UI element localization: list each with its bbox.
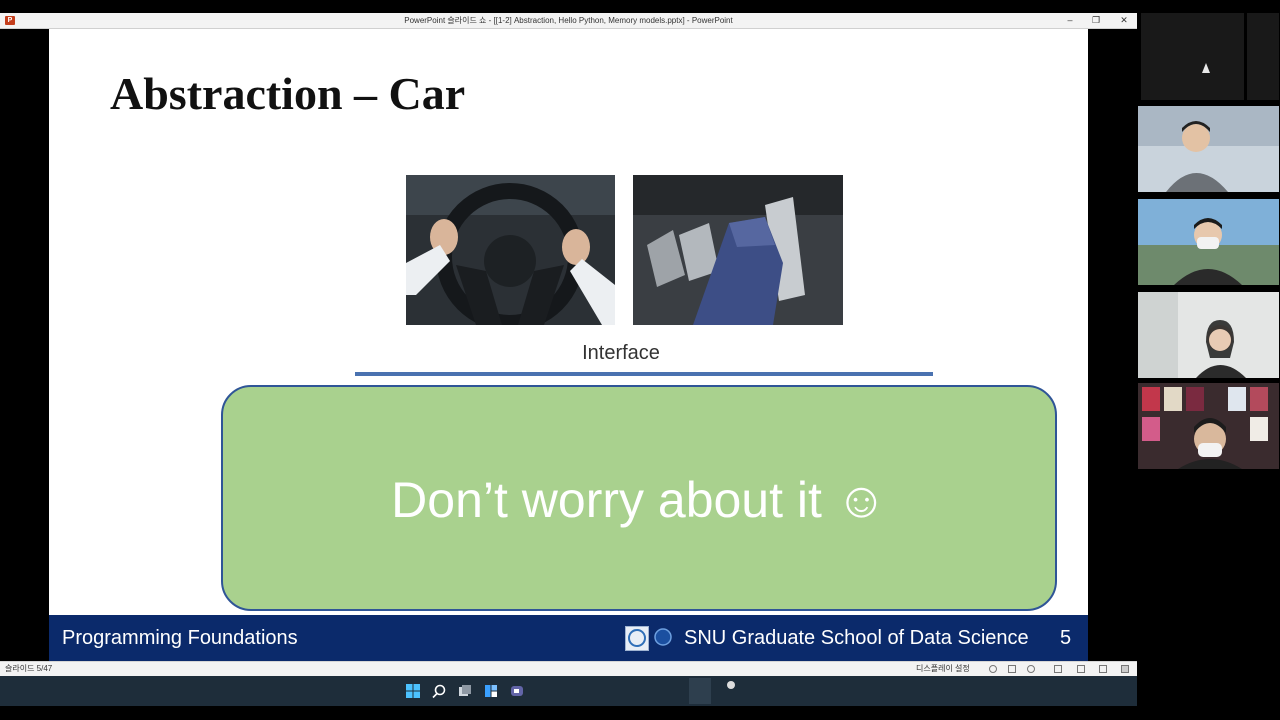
close-button[interactable]: ✕: [1113, 13, 1135, 28]
pinned-app-highlight[interactable]: [689, 678, 711, 704]
task-view-icon[interactable]: [457, 683, 473, 699]
participant-tile[interactable]: [1138, 292, 1279, 378]
slide[interactable]: Abstraction – Car Interface Don’t worry …: [49, 29, 1088, 661]
participant-tile[interactable]: [1138, 199, 1279, 285]
window-title-bar: P PowerPoint 슬라이드 쇼 - [[1-2] Abstraction…: [0, 13, 1137, 29]
display-settings-button[interactable]: 디스플레이 설정: [916, 662, 970, 676]
participants-panel: [1138, 13, 1280, 473]
widgets-icon[interactable]: [483, 683, 499, 699]
slide-page-number: 5: [1060, 627, 1072, 649]
callout-box: Don’t worry about it ☺: [221, 385, 1057, 611]
status-bar: 슬라이드 5/47 디스플레이 설정: [0, 661, 1137, 676]
minimize-button[interactable]: –: [1059, 13, 1081, 28]
participant-tile[interactable]: [1138, 383, 1279, 469]
restore-button[interactable]: ❐: [1085, 13, 1107, 28]
presenter-view-icon[interactable]: [989, 665, 997, 673]
window-title: PowerPoint 슬라이드 쇼 - [[1-2] Abstraction, …: [404, 16, 733, 25]
footer-school-name: SNU Graduate School of Data Science: [684, 627, 1029, 649]
search-icon[interactable]: [431, 683, 447, 699]
recording-indicator-icon: [727, 681, 735, 689]
slide-indicator: 슬라이드 5/47: [5, 664, 53, 673]
steering-wheel-photo: [406, 175, 615, 325]
slide-title: Abstraction – Car: [110, 68, 466, 119]
callout-text: Don’t worry about it ☺: [391, 472, 887, 528]
slideshow-view-icon[interactable]: [1121, 665, 1129, 673]
slideshow-play-icon[interactable]: [1027, 665, 1035, 673]
slide-footer: Programming Foundations SNU Graduate Sch…: [49, 615, 1088, 661]
reading-view-icon[interactable]: [1008, 665, 1016, 673]
slide-sorter-icon[interactable]: [1077, 665, 1085, 673]
participant-tile[interactable]: [1138, 106, 1279, 192]
windows-taskbar: [0, 676, 1137, 706]
windows-start-icon[interactable]: [405, 683, 421, 699]
pedal-photo: [633, 175, 843, 325]
chat-icon[interactable]: [509, 683, 525, 699]
normal-view-icon[interactable]: [1054, 665, 1062, 673]
interface-label: Interface: [582, 342, 660, 364]
footer-course-title: Programming Foundations: [62, 627, 298, 649]
participant-tile[interactable]: [1138, 13, 1279, 100]
interface-divider: [355, 372, 933, 376]
cdss-logo-icon: [625, 626, 649, 651]
slideshow-area: Abstraction – Car Interface Don’t worry …: [0, 29, 1137, 661]
snu-emblem-icon: [653, 626, 673, 649]
reading-mode-icon[interactable]: [1099, 665, 1107, 673]
